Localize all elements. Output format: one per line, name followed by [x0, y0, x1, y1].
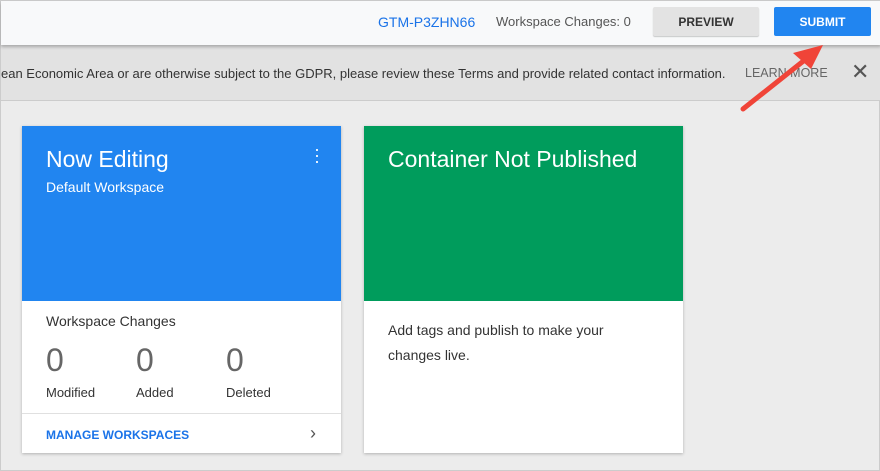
annotation-arrow-icon	[740, 45, 823, 112]
workspace-changes-count: Workspace Changes: 0	[496, 14, 631, 29]
container-id-link[interactable]: GTM-P3ZHN66	[378, 14, 475, 30]
stat-added: 0 Added	[136, 342, 174, 400]
chevron-right-icon[interactable]: ›	[310, 423, 316, 444]
stat-label: Added	[136, 385, 174, 400]
publish-description: Add tags and publish to make your change…	[388, 322, 604, 363]
stat-label: Modified	[46, 385, 96, 400]
stat-modified: 0 Modified	[46, 342, 95, 400]
workspace-changes-title: Workspace Changes	[46, 313, 176, 329]
submit-button[interactable]: SUBMIT	[774, 7, 871, 36]
manage-workspaces-link[interactable]: MANAGE WORKSPACES	[46, 428, 189, 442]
workspace-name: Default Workspace	[46, 179, 165, 195]
stat-value: 0	[46, 342, 64, 378]
stat-label: Deleted	[226, 385, 271, 400]
stat-deleted: 0 Deleted	[226, 342, 271, 400]
stat-value: 0	[226, 342, 244, 378]
preview-button[interactable]: PREVIEW	[653, 7, 759, 36]
card-title: Now Editing	[46, 146, 169, 172]
container-not-published-card: Container Not Published Add tags and pub…	[364, 126, 683, 453]
now-editing-header: Now Editing Default Workspace	[22, 126, 341, 301]
close-icon[interactable]: ✕	[851, 59, 869, 85]
banner-text: ean Economic Area or are otherwise subje…	[1, 66, 726, 81]
card-title: Container Not Published	[388, 146, 638, 172]
stat-value: 0	[136, 342, 154, 378]
now-editing-card: Now Editing Default Workspace · · · Worksp…	[22, 126, 341, 453]
manage-workspaces-row[interactable]: MANAGE WORKSPACES ›	[22, 413, 341, 453]
more-vert-icon[interactable]: · · ·	[314, 140, 320, 170]
publish-header: Container Not Published	[364, 126, 683, 301]
